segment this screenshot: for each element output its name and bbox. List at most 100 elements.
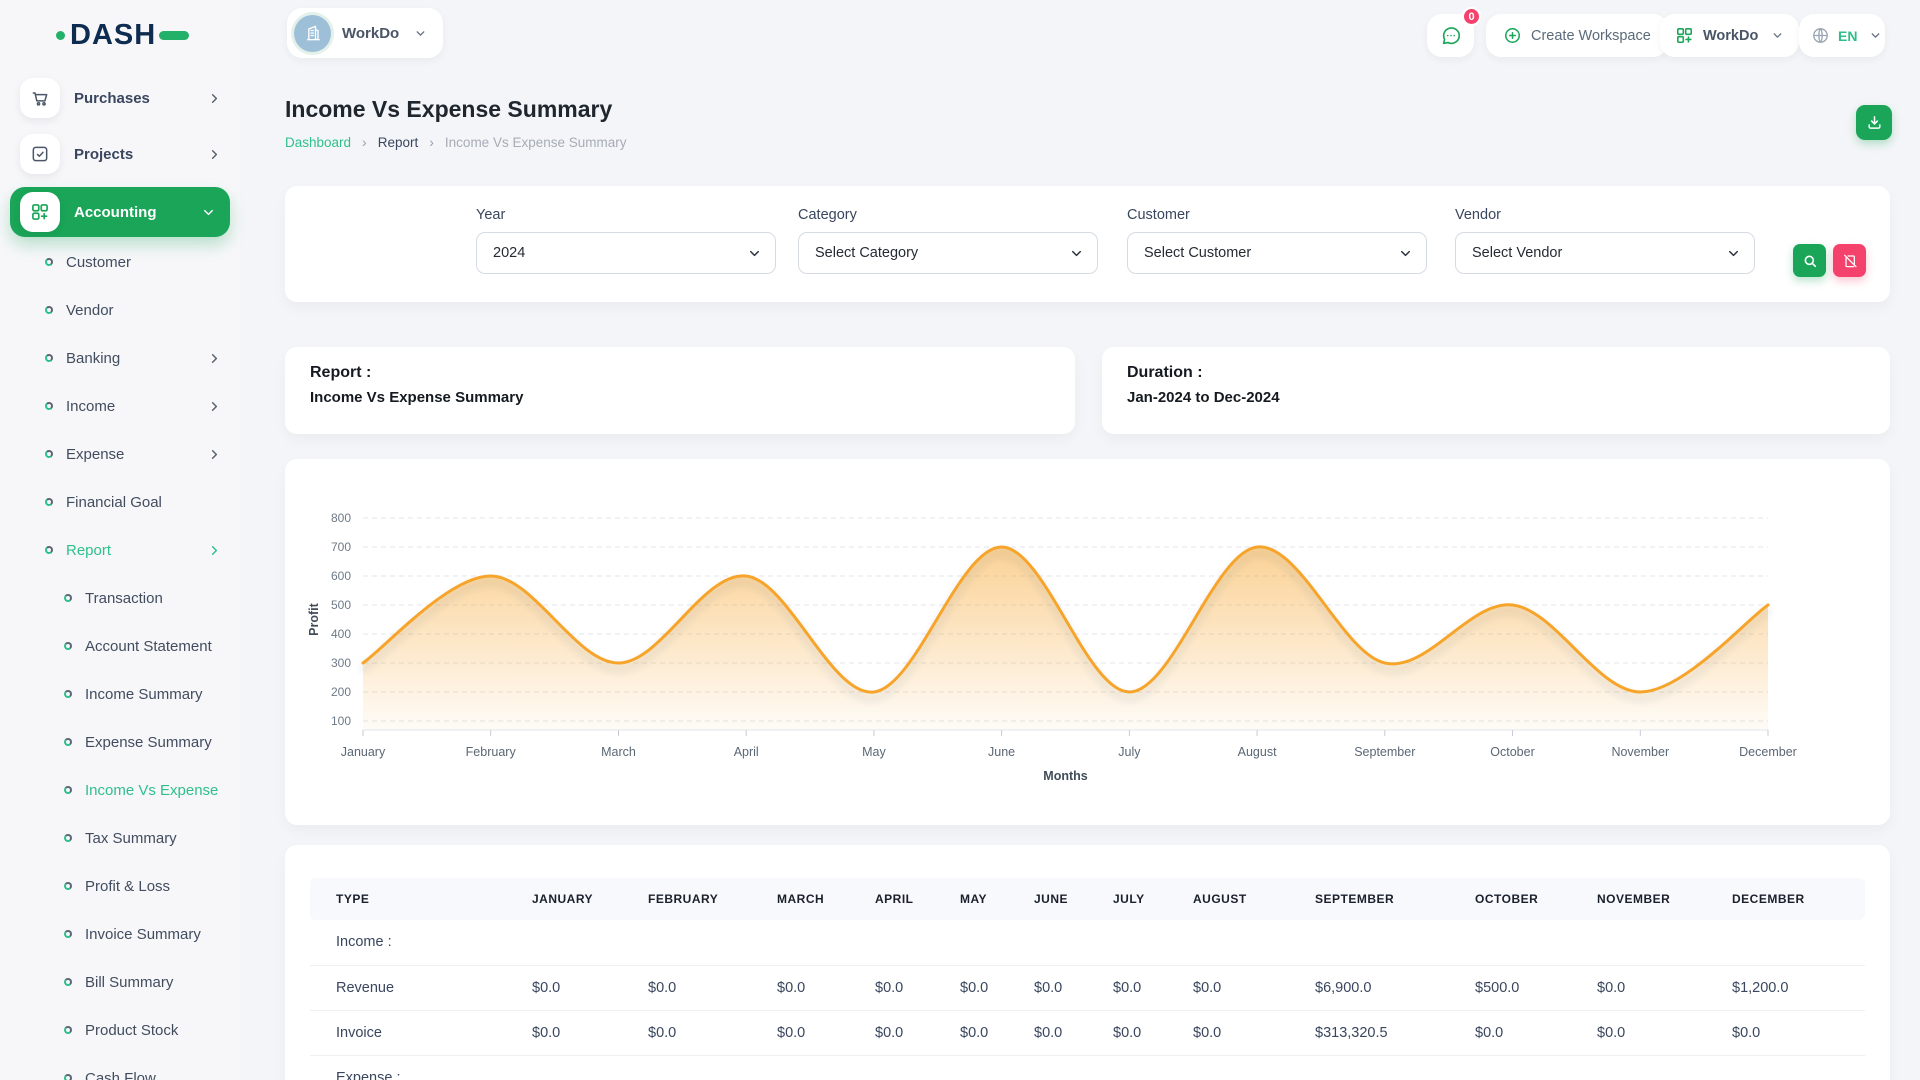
sidebar-item-label: Transaction	[85, 590, 163, 607]
column-header-february: FEBRUARY	[622, 878, 751, 920]
bullet-icon	[64, 978, 72, 986]
sidebar-item-financial-goal[interactable]: Financial Goal	[0, 478, 240, 526]
profit-chart-card: 100200300400500600700800JanuaryFebruaryM…	[285, 459, 1890, 825]
sidebar-item-report[interactable]: Report	[0, 526, 240, 574]
sidebar-item-label: Expense	[66, 446, 124, 463]
cell-value: $0.0	[1571, 965, 1706, 1010]
bullet-icon	[45, 498, 53, 506]
customer-select[interactable]: Select Customer	[1127, 232, 1427, 274]
sidebar-item-label: Cash Flow	[85, 1070, 156, 1080]
bullet-icon	[64, 882, 72, 890]
svg-text:August: August	[1238, 745, 1277, 759]
sidebar-item-label: Income Summary	[85, 686, 203, 703]
column-header-december: DECEMBER	[1706, 878, 1865, 920]
table-section-row-income: Income :	[310, 920, 1865, 965]
sidebar-item-bill-summary[interactable]: Bill Summary	[0, 958, 240, 1006]
year-select[interactable]: 2024	[476, 232, 776, 274]
chevron-down-icon	[747, 246, 762, 261]
sidebar-item-tax-summary[interactable]: Tax Summary	[0, 814, 240, 862]
sidebar-item-label: Invoice Summary	[85, 926, 201, 943]
sidebar-item-accounting[interactable]: Accounting	[10, 187, 230, 237]
sidebar-item-label: Income	[66, 398, 115, 415]
row-label: Revenue	[310, 965, 506, 1010]
column-header-november: NOVEMBER	[1571, 878, 1706, 920]
bullet-icon	[45, 306, 53, 314]
cell-value: $0.0	[849, 1010, 934, 1055]
sidebar-item-banking[interactable]: Banking	[0, 334, 240, 382]
duration-summary-card: Duration : Jan-2024 to Dec-2024	[1102, 347, 1890, 434]
bullet-icon	[64, 1074, 72, 1080]
vendor-select[interactable]: Select Vendor	[1455, 232, 1755, 274]
language-code: EN	[1838, 28, 1857, 44]
sidebar-item-vendor[interactable]: Vendor	[0, 286, 240, 334]
create-workspace-button[interactable]: Create Workspace	[1486, 14, 1668, 57]
sidebar-item-projects[interactable]: Projects	[0, 126, 240, 182]
svg-text:400: 400	[331, 627, 351, 641]
report-summary-card: Report : Income Vs Expense Summary	[285, 347, 1075, 434]
chevron-right-icon	[207, 399, 222, 414]
sidebar-item-income-summary[interactable]: Income Summary	[0, 670, 240, 718]
messages-button[interactable]: 0	[1427, 14, 1474, 57]
page-title: Income Vs Expense Summary	[285, 96, 612, 123]
workspace-switcher[interactable]: WorkDo	[287, 8, 443, 58]
category-label: Category	[798, 207, 1098, 223]
cell-value: $0.0	[1008, 965, 1087, 1010]
reset-filter-button[interactable]	[1833, 244, 1866, 277]
cell-value: $0.0	[622, 965, 751, 1010]
svg-text:January: January	[341, 745, 386, 759]
chevron-right-icon	[207, 91, 222, 106]
category-select[interactable]: Select Category	[798, 232, 1098, 274]
sidebar-item-transaction[interactable]: Transaction	[0, 574, 240, 622]
check-square-icon	[20, 134, 60, 174]
sidebar-item-account-statement[interactable]: Account Statement	[0, 622, 240, 670]
customer-select-value: Select Customer	[1144, 245, 1251, 261]
bullet-icon	[45, 450, 53, 458]
cell-value: $0.0	[934, 1010, 1008, 1055]
svg-text:December: December	[1739, 745, 1797, 759]
filter-field-vendor: Vendor Select Vendor	[1455, 207, 1755, 274]
logo-text: DASH	[70, 19, 156, 52]
svg-text:Months: Months	[1043, 769, 1087, 783]
sidebar-item-customer[interactable]: Customer	[0, 238, 240, 286]
breadcrumb-separator	[351, 134, 378, 150]
logo-dot-icon	[56, 31, 65, 40]
app: DASH Purchases Projects Accounting Customer…	[0, 0, 1920, 1080]
chevron-down-icon	[1771, 29, 1784, 42]
svg-text:July: July	[1118, 745, 1141, 759]
logo-dash-icon	[159, 31, 189, 40]
sidebar-item-invoice-summary[interactable]: Invoice Summary	[0, 910, 240, 958]
filter-field-customer: Customer Select Customer	[1127, 207, 1427, 274]
column-header-october: OCTOBER	[1449, 878, 1571, 920]
vendor-select-value: Select Vendor	[1472, 245, 1562, 261]
search-icon	[1802, 253, 1818, 269]
sidebar-item-cash-flow[interactable]: Cash Flow	[0, 1054, 240, 1080]
bullet-icon	[64, 690, 72, 698]
category-select-value: Select Category	[815, 245, 918, 261]
language-selector[interactable]: EN	[1799, 14, 1885, 57]
sidebar-item-label: Customer	[66, 254, 131, 271]
sidebar-item-label: Projects	[74, 146, 133, 163]
search-button[interactable]	[1793, 244, 1826, 277]
breadcrumb-current: Income Vs Expense Summary	[445, 135, 627, 150]
sidebar-item-expense[interactable]: Expense	[0, 430, 240, 478]
chevron-down-icon	[414, 27, 427, 40]
column-header-august: AUGUST	[1167, 878, 1289, 920]
sidebar-item-income-vs-expense[interactable]: Income Vs Expense	[0, 766, 240, 814]
filter-field-category: Category Select Category	[798, 207, 1098, 274]
sidebar-item-product-stock[interactable]: Product Stock	[0, 1006, 240, 1054]
sidebar-item-income[interactable]: Income	[0, 382, 240, 430]
workdo-menu-button[interactable]: WorkDo	[1660, 14, 1799, 57]
sidebar-item-expense-summary[interactable]: Expense Summary	[0, 718, 240, 766]
sidebar-item-profit-loss[interactable]: Profit & Loss	[0, 862, 240, 910]
download-button[interactable]	[1856, 105, 1892, 140]
svg-text:October: October	[1490, 745, 1534, 759]
breadcrumb-report[interactable]: Report	[378, 135, 419, 150]
app-logo[interactable]: DASH	[0, 0, 240, 70]
workspace-avatar	[294, 15, 331, 52]
sidebar-item-purchases[interactable]: Purchases	[0, 70, 240, 126]
globe-icon	[1811, 26, 1830, 45]
svg-text:April: April	[734, 745, 759, 759]
breadcrumb-dashboard[interactable]: Dashboard	[285, 135, 351, 150]
report-table: TYPEJANUARYFEBRUARYMARCHAPRILMAYJUNEJULY…	[310, 878, 1865, 1080]
chevron-right-icon	[207, 447, 222, 462]
